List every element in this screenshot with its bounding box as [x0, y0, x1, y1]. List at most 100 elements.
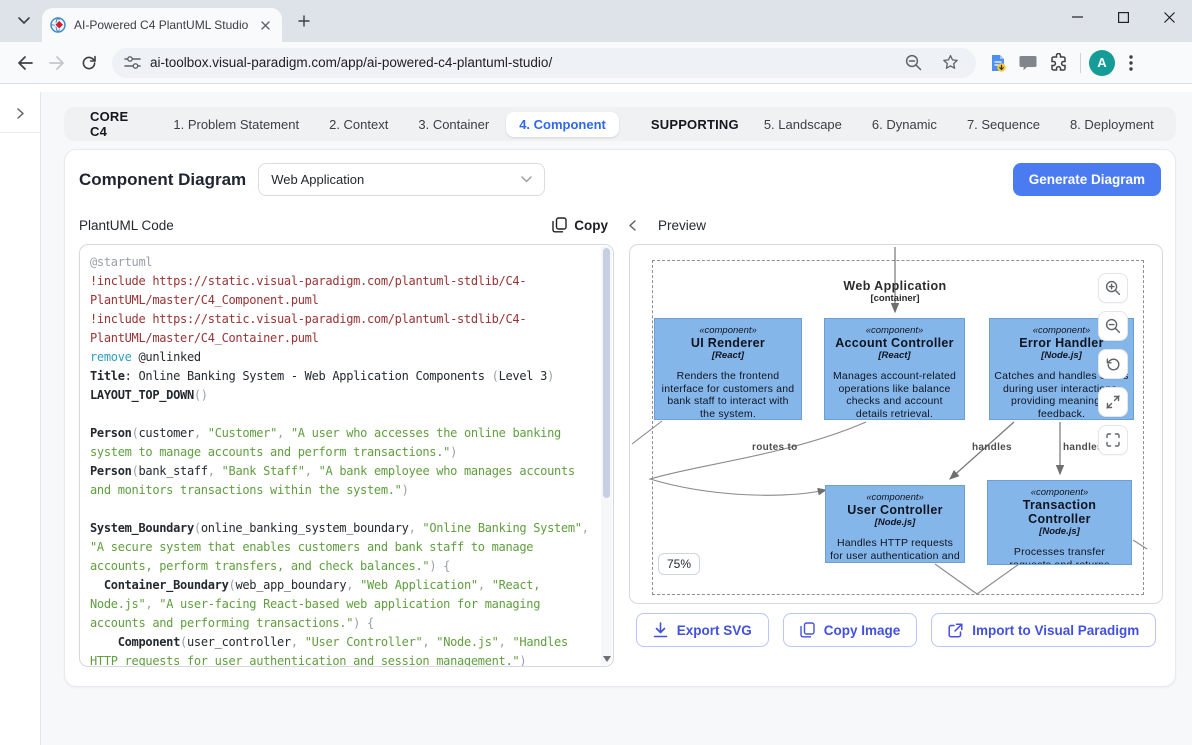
window-minimize-button[interactable]	[1054, 0, 1100, 34]
scrollbar-thumb[interactable]	[603, 248, 610, 498]
external-link-icon	[948, 623, 963, 638]
zoom-in-button[interactable]	[1098, 273, 1128, 303]
browser-tab[interactable]: AI-Powered C4 PlantUML Studio	[42, 8, 282, 42]
sidebar-expand-button[interactable]	[7, 100, 33, 126]
reload-button[interactable]	[74, 48, 104, 78]
tab-6-dynamic[interactable]: 6. Dynamic	[859, 112, 950, 137]
edge-label-routes-to: routes to	[752, 442, 797, 453]
preview-label: Preview	[658, 218, 706, 233]
zoom-out-button[interactable]	[1098, 311, 1128, 341]
plantuml-code: @startuml !include https://static.visual…	[80, 245, 613, 667]
export-svg-button[interactable]: Export SVG	[636, 613, 769, 647]
copy-icon	[800, 622, 815, 638]
plantuml-code-editor[interactable]: @startuml !include https://static.visual…	[79, 244, 614, 667]
edge-label-handles-1: handles	[972, 442, 1012, 453]
component-tech: [Node.js]	[875, 517, 916, 528]
component-node-ui-renderer[interactable]: «component»UI Renderer[React] Renders the…	[654, 318, 802, 420]
diagram-preview[interactable]: Web Application [container] «component»U…	[629, 244, 1163, 604]
tab-group-label: CORE C4	[82, 109, 136, 139]
tab-3-container[interactable]: 3. Container	[405, 112, 502, 137]
side-panel-icon[interactable]	[1014, 49, 1042, 77]
chevron-left-icon	[629, 220, 636, 231]
tab-8-deployment[interactable]: 8. Deployment	[1057, 112, 1167, 137]
chrome-profile-avatar[interactable]: A	[1089, 50, 1115, 76]
chevron-right-icon	[17, 108, 24, 119]
tab-favicon	[50, 17, 66, 33]
tab-7-sequence[interactable]: 7. Sequence	[954, 112, 1053, 137]
url-text: ai-toolbox.visual-paradigm.com/app/ai-po…	[150, 55, 890, 70]
reading-list-icon[interactable]	[984, 49, 1012, 77]
expand-arrows-icon	[1106, 395, 1120, 409]
tab-close-icon[interactable]	[256, 16, 274, 34]
tab-5-landscape[interactable]: 5. Landscape	[751, 112, 855, 137]
tab-2-context[interactable]: 2. Context	[316, 112, 401, 137]
component-node-account-controller[interactable]: «component»Account Controller[React]Mana…	[824, 318, 965, 420]
reset-view-button[interactable]	[1098, 349, 1128, 379]
component-node-transaction-controller[interactable]: «component»Transaction Controller[Node.j…	[987, 480, 1132, 565]
scrollbar-down-arrow[interactable]	[603, 656, 611, 662]
reset-icon	[1106, 357, 1121, 372]
code-panel-label: PlantUML Code	[79, 218, 174, 233]
sidebar-divider	[0, 132, 40, 133]
copy-code-button[interactable]: Copy	[546, 216, 614, 234]
generate-diagram-button[interactable]: Generate Diagram	[1013, 163, 1161, 196]
component-tech: [React]	[878, 350, 910, 361]
edge-label-handles-2: handles	[1063, 442, 1103, 453]
copy-icon	[552, 217, 567, 233]
forward-button[interactable]	[42, 48, 72, 78]
window-close-button[interactable]	[1146, 0, 1192, 34]
component-st: «component»	[866, 492, 924, 503]
browser-toolbar: ai-toolbox.visual-paradigm.com/app/ai-po…	[0, 42, 1192, 84]
container-select[interactable]: Web Application	[258, 163, 545, 196]
component-nm: Error Handler	[1019, 336, 1103, 350]
extensions-icon[interactable]	[1044, 49, 1072, 77]
copy-image-button[interactable]: Copy Image	[783, 613, 918, 647]
component-desc: Renders the frontend interface for custo…	[659, 370, 797, 420]
component-st: «component»	[866, 325, 924, 336]
site-settings-icon	[124, 55, 141, 70]
reload-icon	[81, 55, 97, 71]
zoom-indicator-icon[interactable]	[899, 49, 927, 77]
c4-diagram-tabs: CORE C4 1. Problem Statement2. Context3. …	[64, 107, 1176, 141]
plus-icon	[298, 15, 310, 27]
toolbar-divider	[1080, 53, 1081, 73]
fullscreen-button[interactable]	[1098, 425, 1128, 455]
component-nm: User Controller	[847, 503, 943, 517]
component-node-user-controller[interactable]: «component»User Controller[Node.js] Handl…	[825, 485, 965, 563]
tab-group-label: SUPPORTING	[643, 117, 747, 132]
back-arrow-icon	[17, 56, 33, 70]
chevron-down-icon	[18, 17, 30, 25]
page-title: Component Diagram	[79, 170, 246, 190]
window-maximize-button[interactable]	[1100, 0, 1146, 34]
component-tech: [Node.js]	[1041, 350, 1082, 361]
code-scrollbar[interactable]	[601, 246, 612, 665]
boundary-label: Web Application [container]	[810, 279, 980, 304]
tab-1-problem-statement[interactable]: 1. Problem Statement	[160, 112, 312, 137]
url-bar[interactable]: ai-toolbox.visual-paradigm.com/app/ai-po…	[112, 48, 976, 78]
fullscreen-icon	[1106, 433, 1120, 447]
zoom-in-icon	[1105, 280, 1121, 296]
browser-tabstrip: AI-Powered C4 PlantUML Studio	[0, 0, 1192, 42]
component-nm: Transaction Controller	[992, 498, 1127, 526]
back-button[interactable]	[10, 48, 40, 78]
import-to-visual-paradigm-button[interactable]: Import to Visual Paradigm	[931, 613, 1156, 647]
component-desc: Handles HTTP requests for user authentic…	[830, 537, 960, 563]
zoom-level-badge: 75%	[658, 553, 700, 575]
container-select-value: Web Application	[271, 172, 364, 187]
expand-button[interactable]	[1098, 387, 1128, 417]
main-panel: Component Diagram Web Application Genera…	[64, 149, 1176, 687]
new-tab-button[interactable]	[290, 7, 318, 35]
component-st: «component»	[699, 325, 757, 336]
component-nm: UI Renderer	[691, 336, 765, 350]
component-st: «component»	[1031, 487, 1089, 498]
zoom-out-icon	[1105, 318, 1121, 334]
browser-menu-icon[interactable]	[1117, 49, 1145, 77]
preview-collapse-button[interactable]	[629, 220, 636, 231]
component-tech: [Node.js]	[1039, 526, 1080, 537]
download-icon	[653, 622, 668, 638]
tab-4-component[interactable]: 4. Component	[506, 112, 619, 137]
tab-search-button[interactable]	[10, 7, 38, 35]
bookmark-star-icon[interactable]	[936, 49, 964, 77]
component-tech: [React]	[712, 350, 744, 361]
component-desc: Manages account-related operations like …	[829, 370, 960, 420]
